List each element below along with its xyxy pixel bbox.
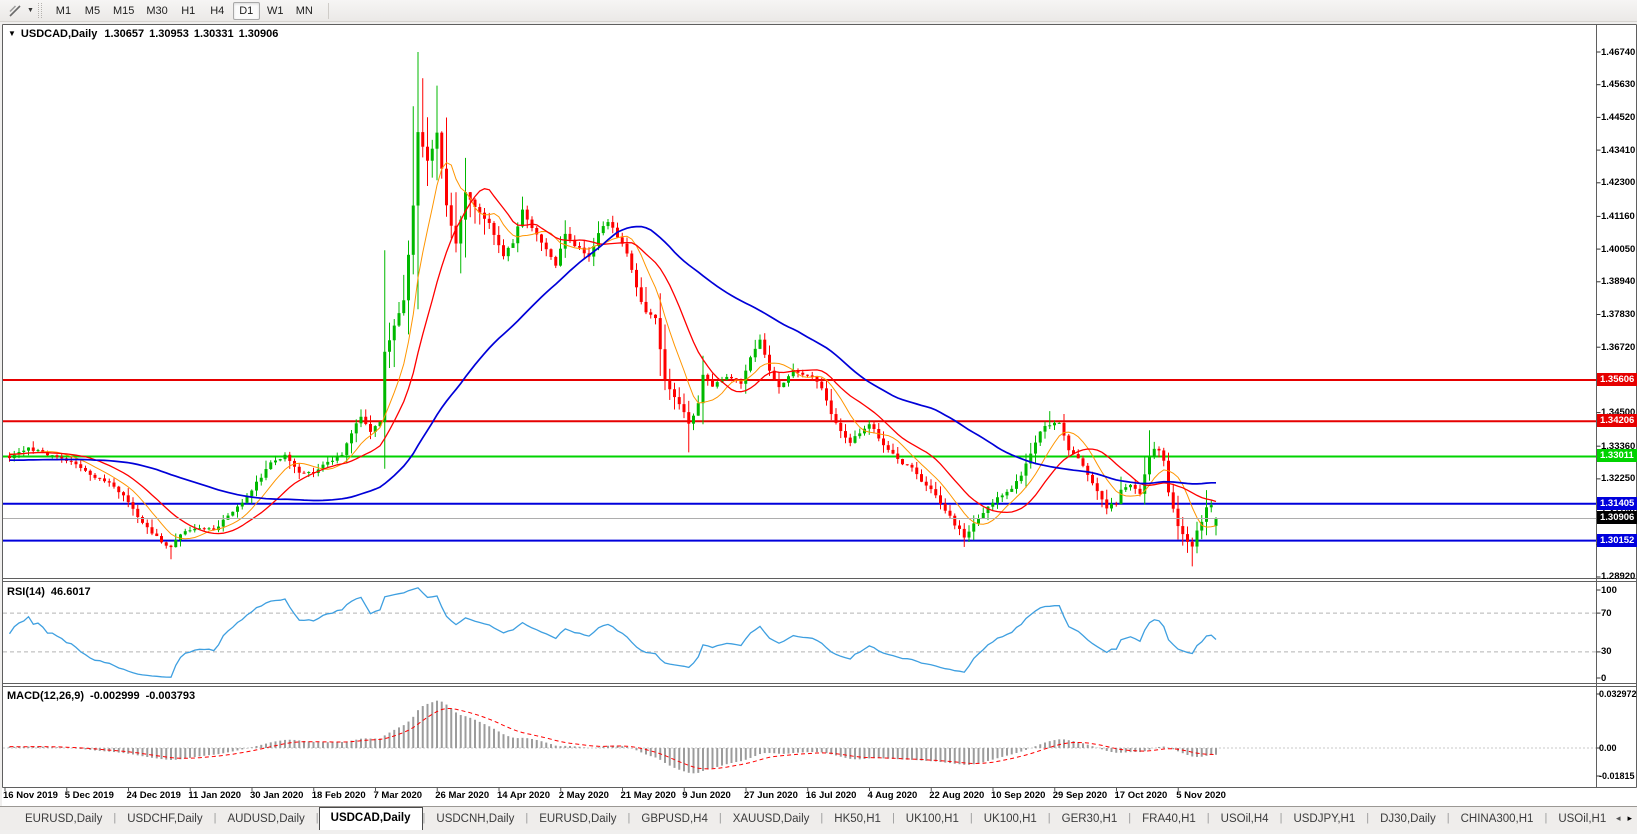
- price-axis-tick: 1.45630: [1601, 79, 1635, 90]
- date-axis-label: 2 May 2020: [559, 790, 609, 801]
- price-axis-tick: 1.46740: [1601, 47, 1635, 58]
- timeframe-button-h1[interactable]: H1: [175, 2, 202, 20]
- macd-panel-label: MACD(12,26,9)-0.002999-0.003793: [7, 690, 195, 702]
- toolbar-dropdown-arrow-icon[interactable]: ▼: [27, 7, 34, 14]
- tab-ger30-h1[interactable]: GER30,H1: [1051, 809, 1129, 830]
- rsi-panel[interactable]: [3, 582, 1596, 683]
- macd-panel[interactable]: [3, 687, 1596, 787]
- timeframe-button-w1[interactable]: W1: [262, 2, 289, 20]
- tab-gbpusd-h4[interactable]: GBPUSD,H4: [630, 809, 718, 830]
- date-axis-label: 21 May 2020: [621, 790, 676, 801]
- date-axis-label: 18 Feb 2020: [312, 790, 366, 801]
- price-axis-tick: 1.37830: [1601, 309, 1635, 320]
- date-axis-label: 26 Mar 2020: [435, 790, 489, 801]
- rsi-axis-tick: 70: [1601, 608, 1612, 619]
- chart-canvas[interactable]: [0, 0, 1637, 834]
- price-axis-tick: 1.32250: [1601, 473, 1635, 484]
- bar-high-value: 1.30953: [149, 28, 189, 40]
- macd-axis-tick: 0.00: [1599, 743, 1617, 754]
- price-axis-tick: 1.43410: [1601, 145, 1635, 156]
- price-axis-tick: 1.41160: [1601, 211, 1635, 222]
- timeframe-button-m15[interactable]: M15: [108, 2, 139, 20]
- price-level-badge: 1.35606: [1597, 373, 1637, 386]
- timeframe-button-d1[interactable]: D1: [233, 2, 260, 20]
- toolbar-grip[interactable]: [38, 3, 42, 18]
- rsi-axis-tick: 30: [1601, 646, 1612, 657]
- current-price-badge: 1.30906: [1597, 511, 1637, 524]
- tab-usoil-h1[interactable]: USOil,H1: [1547, 809, 1617, 830]
- tab-usdjpy-h1[interactable]: USDJPY,H1: [1282, 809, 1366, 830]
- date-axis-label: 4 Aug 2020: [868, 790, 918, 801]
- tab-usoil-h4[interactable]: USOil,H4: [1210, 809, 1280, 830]
- date-axis-label: 14 Apr 2020: [497, 790, 550, 801]
- price-axis-tick: 1.36720: [1601, 342, 1635, 353]
- tab-uk100-h1[interactable]: UK100,H1: [895, 809, 970, 830]
- tab-hk50-h1[interactable]: HK50,H1: [823, 809, 892, 830]
- toolbar-separator: [328, 3, 329, 19]
- date-axis-label: 29 Sep 2020: [1053, 790, 1107, 801]
- bar-open-value: 1.30657: [104, 28, 144, 40]
- tab-xauusd-daily[interactable]: XAUUSD,Daily: [722, 809, 821, 830]
- tab-usdchf-daily[interactable]: USDCHF,Daily: [116, 809, 213, 830]
- tab-scroll-left-icon[interactable]: ◂: [1616, 813, 1621, 824]
- price-level-badge: 1.30152: [1597, 534, 1637, 547]
- date-axis-label: 30 Jan 2020: [250, 790, 303, 801]
- tab-eurusd-daily[interactable]: EURUSD,Daily: [14, 809, 113, 830]
- symbol-dropdown-icon[interactable]: ▼: [8, 29, 16, 38]
- tab-eurusd-daily[interactable]: EURUSD,Daily: [528, 809, 627, 830]
- tab-dj30-daily[interactable]: DJ30,Daily: [1369, 809, 1447, 830]
- price-axis-tick: 1.44520: [1601, 112, 1635, 123]
- date-axis-label: 17 Oct 2020: [1115, 790, 1168, 801]
- timeframe-button-m1[interactable]: M1: [50, 2, 77, 20]
- date-axis-label: 7 Mar 2020: [374, 790, 423, 801]
- timeframe-button-m5[interactable]: M5: [79, 2, 106, 20]
- price-axis-tick: 1.42300: [1601, 177, 1635, 188]
- rsi-axis-tick: 0: [1601, 673, 1606, 684]
- date-axis-label: 11 Jan 2020: [188, 790, 241, 801]
- macd-signal-value: -0.003793: [146, 690, 196, 702]
- date-axis-label: 5 Nov 2020: [1176, 790, 1226, 801]
- date-axis-label: 16 Nov 2019: [3, 790, 58, 801]
- price-level-badge: 1.34206: [1597, 414, 1637, 427]
- rsi-value: 46.6017: [51, 586, 91, 598]
- date-axis-label: 10 Sep 2020: [991, 790, 1045, 801]
- date-axis-label: 9 Jun 2020: [682, 790, 731, 801]
- price-axis-tick: 1.40050: [1601, 244, 1635, 255]
- date-axis-label: 24 Dec 2019: [127, 790, 181, 801]
- timeframe-toolbar: M1M5M15M30H1H4D1W1MN: [49, 2, 319, 20]
- tab-uk100-h1[interactable]: UK100,H1: [973, 809, 1048, 830]
- price-level-badge: 1.31405: [1597, 497, 1637, 510]
- tab-usdcnh-daily[interactable]: USDCNH,Daily: [425, 809, 525, 830]
- price-level-badge: 1.33011: [1597, 449, 1637, 462]
- rsi-panel-label: RSI(14)46.6017: [7, 586, 91, 598]
- price-axis-tick: 1.28920: [1601, 571, 1635, 582]
- toolbar: ▼ M1M5M15M30H1H4D1W1MN: [0, 0, 1637, 22]
- timeframe-button-mn[interactable]: MN: [291, 2, 318, 20]
- date-axis-label: 16 Jul 2020: [806, 790, 857, 801]
- line-studies-icon[interactable]: [3, 2, 27, 20]
- tab-audusd-daily[interactable]: AUDUSD,Daily: [216, 809, 315, 830]
- macd-main-value: -0.002999: [90, 690, 140, 702]
- tab-china300-h1[interactable]: CHINA300,H1: [1450, 809, 1545, 830]
- price-axis-tick: 1.38940: [1601, 276, 1635, 287]
- tab-fra40-h1[interactable]: FRA40,H1: [1131, 809, 1207, 830]
- chart-ohlc-header: ▼ USDCAD,Daily 1.30657 1.30953 1.30331 1.3090…: [8, 28, 278, 40]
- main-chart-panel[interactable]: [3, 25, 1596, 578]
- tab-scroll-right-icon[interactable]: ▸: [1627, 813, 1632, 824]
- tab-usdcad-daily[interactable]: USDCAD,Daily: [319, 807, 423, 830]
- bar-close-value: 1.30906: [239, 28, 279, 40]
- symbol-label: USDCAD,Daily: [21, 28, 97, 40]
- diagonal-lines-glyph: [7, 3, 23, 19]
- macd-axis-tick: -0.01815: [1599, 771, 1635, 782]
- date-axis-label: 5 Dec 2019: [65, 790, 114, 801]
- date-axis-label: 22 Aug 2020: [929, 790, 984, 801]
- chart-tab-bar: EURUSD,Daily|USDCHF,Daily|AUDUSD,Daily|U…: [0, 806, 1637, 830]
- timeframe-button-m30[interactable]: M30: [141, 2, 172, 20]
- timeframe-button-h4[interactable]: H4: [204, 2, 231, 20]
- date-axis-label: 27 Jun 2020: [744, 790, 798, 801]
- rsi-axis-tick: 100: [1601, 585, 1617, 596]
- bar-low-value: 1.30331: [194, 28, 234, 40]
- macd-axis-tick: 0.032972: [1599, 689, 1637, 700]
